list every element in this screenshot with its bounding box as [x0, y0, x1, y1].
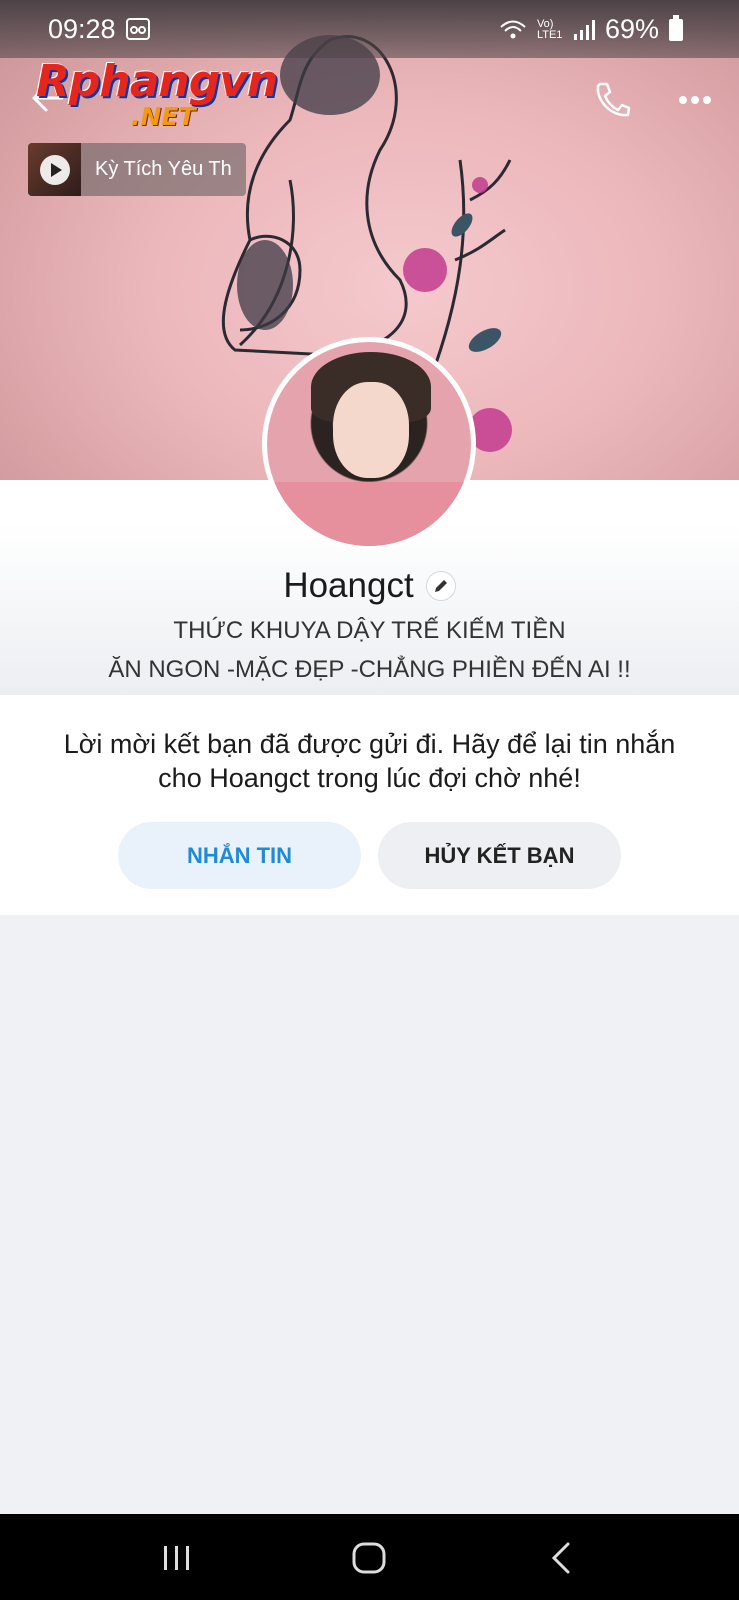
play-icon [40, 155, 70, 185]
profile-name-row: Hoangct [0, 566, 739, 606]
watermark-main-text: Rphangvn [36, 56, 278, 107]
watermark-logo: Rphangvn .NET [36, 60, 278, 131]
system-back-button[interactable] [540, 1536, 584, 1580]
send-message-button[interactable]: NHẮN TIN [118, 822, 361, 889]
music-title: Kỳ Tích Yêu Th [95, 158, 232, 180]
more-horizontal-icon [679, 96, 711, 104]
wifi-icon [500, 20, 526, 38]
battery-icon [669, 14, 683, 41]
recent-apps-button[interactable] [155, 1536, 199, 1580]
avatar[interactable] [262, 337, 476, 551]
chevron-left-icon [551, 1542, 570, 1574]
status-bar: 09:28 Vo) LTE1 69% [0, 0, 739, 58]
cancel-friend-request-button[interactable]: HỦY KẾT BẠN [378, 822, 621, 889]
home-button[interactable] [348, 1536, 392, 1580]
call-button[interactable] [592, 80, 632, 120]
profile-bio-line-2: ĂN NGON -MẶC ĐẸP -CHẲNG PHIỀN ĐẾN AI !! [108, 656, 631, 683]
voicemail-icon [126, 18, 150, 40]
recent-apps-icon [164, 1546, 189, 1570]
friend-request-panel: Lời mời kết bạn đã được gửi đi. Hãy để l… [0, 695, 739, 915]
status-time: 09:28 [48, 14, 116, 44]
network-type: Vo) LTE1 [536, 17, 563, 41]
profile-bio-line-1: THỨC KHUYA DẬY TRẾ KIẾM TIỀN [173, 617, 566, 644]
friend-request-message: Lời mời kết bạn đã được gửi đi. Hãy để l… [63, 729, 676, 793]
pencil-icon [434, 580, 447, 592]
more-options-button[interactable] [678, 85, 712, 115]
battery-percent: 69% [604, 14, 659, 44]
profile-name: Hoangct [283, 566, 414, 605]
edit-name-button[interactable] [425, 571, 456, 601]
profile-music-chip[interactable]: Kỳ Tích Yêu Th [28, 143, 246, 196]
phone-icon [596, 82, 631, 117]
signal-icon [573, 19, 595, 40]
home-icon [352, 1542, 386, 1574]
music-thumbnail [28, 143, 81, 196]
system-navigation-bar [0, 1514, 739, 1600]
watermark-suffix-text: .NET [131, 102, 196, 131]
